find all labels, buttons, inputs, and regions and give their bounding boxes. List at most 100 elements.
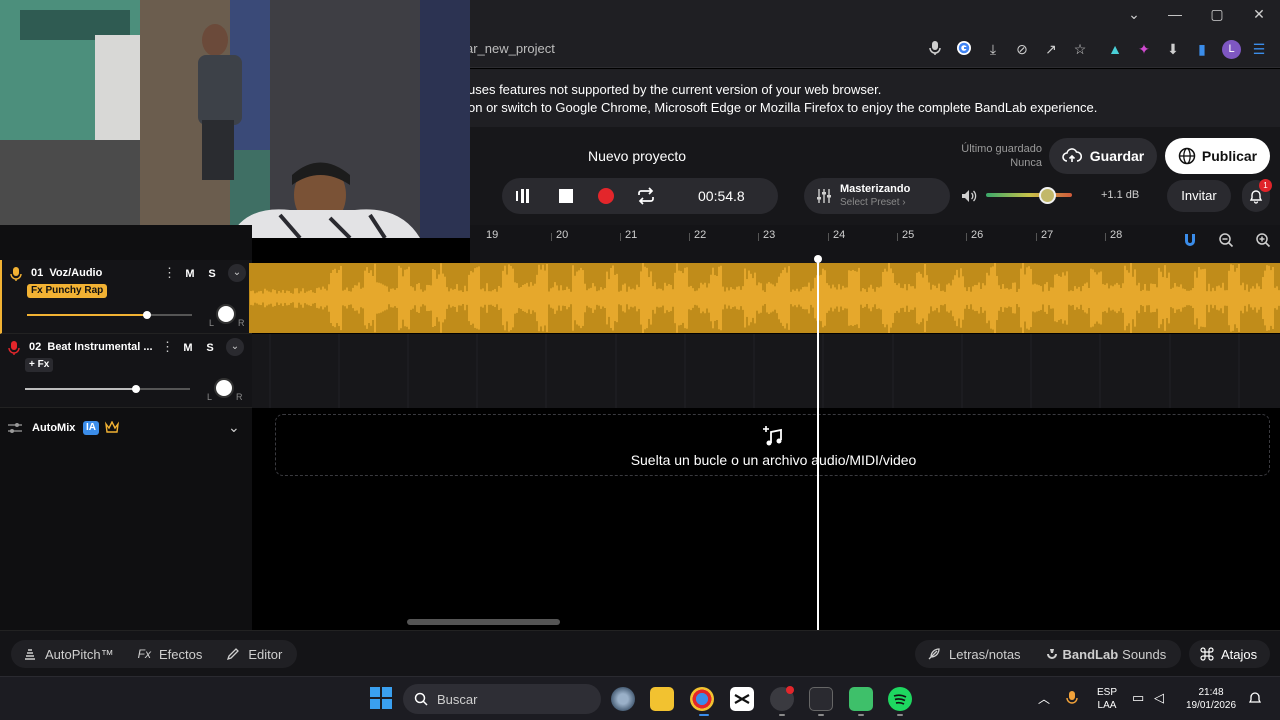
speaker-icon[interactable]: ◁ — [1154, 690, 1164, 706]
shortcuts-button[interactable]: Atajos — [1189, 640, 1270, 668]
add-fx-button[interactable]: + Fx — [25, 358, 54, 372]
chevron-down-icon[interactable]: ⌄ — [228, 264, 246, 282]
banner-line-1: uses features not supported by the curre… — [468, 82, 882, 97]
stop-icon[interactable] — [555, 186, 577, 206]
running-app-indicator — [818, 714, 824, 716]
skip-to-start-icon[interactable] — [512, 186, 534, 206]
android-icon[interactable] — [849, 687, 873, 711]
horizontal-scrollbar[interactable] — [407, 619, 560, 625]
feather-icon — [928, 648, 940, 660]
capcut-icon[interactable] — [730, 687, 754, 711]
magnet-snap-icon[interactable] — [1178, 232, 1202, 254]
tab-search-chevron-icon[interactable]: ⌄ — [1123, 4, 1145, 24]
solo-button[interactable]: S — [202, 266, 222, 282]
mic-icon[interactable] — [926, 40, 944, 58]
tick-mark — [620, 233, 621, 241]
editor-button[interactable]: Editor — [226, 647, 282, 662]
track-name[interactable]: 01 Voz/Audio — [31, 267, 102, 279]
minimize-icon[interactable]: — — [1164, 4, 1186, 24]
bookmark-icon[interactable]: ☆ — [1071, 40, 1089, 58]
share-icon[interactable]: ↗ — [1042, 40, 1060, 58]
eye-off-icon[interactable]: ⊘ — [1013, 40, 1031, 58]
timeline-ruler[interactable]: 19 20 21 22 23 24 25 26 27 28 — [470, 225, 1280, 263]
google-icon[interactable] — [955, 40, 973, 58]
spotify-icon[interactable] — [888, 687, 912, 711]
autopitch-button[interactable]: AutoPitch™ — [23, 647, 114, 662]
tick-mark — [966, 233, 967, 241]
pan-knob[interactable] — [214, 378, 234, 398]
invite-button[interactable]: Invitar — [1167, 180, 1231, 212]
windows-start-icon[interactable] — [370, 687, 392, 714]
fader-handle[interactable] — [143, 311, 152, 319]
track-header-1[interactable]: 01 Voz/Audio ⋮ M S ⌄ Fx Punchy Rap L R — [0, 260, 252, 334]
system-clock[interactable]: 21:48 19/01/2026 — [1180, 686, 1242, 712]
bandlab-sounds-button[interactable]: BandLab Sounds — [1045, 647, 1166, 662]
playhead-handle[interactable] — [814, 255, 822, 263]
record-icon[interactable] — [595, 186, 617, 206]
save-button[interactable]: Guardar — [1049, 138, 1157, 174]
zoom-in-icon[interactable] — [1251, 232, 1275, 254]
effects-button[interactable]: Fx Efectos — [138, 647, 203, 662]
mastering-selector[interactable]: Masterizando Select Preset › — [804, 178, 950, 214]
loop-icon[interactable] — [635, 186, 657, 206]
pan-left-label: L — [209, 318, 215, 328]
project-title[interactable]: Nuevo proyecto — [588, 148, 686, 164]
tick-mark — [689, 233, 690, 241]
terminal-icon[interactable] — [809, 687, 833, 711]
sidebar-icon[interactable]: ▮ — [1193, 40, 1211, 58]
fader-fill — [25, 388, 136, 390]
bottom-tools-group: AutoPitch™ Fx Efectos Editor — [11, 640, 297, 668]
bar-number: 19 — [486, 229, 499, 241]
profile-avatar[interactable]: L — [1222, 40, 1241, 59]
mute-button[interactable]: M — [180, 266, 200, 282]
taskbar-search[interactable]: Buscar — [403, 684, 601, 714]
windows-taskbar — [0, 676, 1280, 720]
master-volume-slider[interactable] — [986, 193, 1072, 197]
mastering-preset: Select Preset › — [840, 197, 906, 208]
chrome-icon[interactable] — [690, 687, 714, 711]
zoom-out-icon[interactable] — [1214, 232, 1238, 254]
automix-row[interactable]: AutoMix IA ⌄ — [0, 413, 252, 443]
file-explorer-icon[interactable] — [650, 687, 674, 711]
url-text[interactable]: ar_new_project — [466, 41, 555, 56]
playhead[interactable] — [817, 258, 819, 630]
audio-region-voz[interactable] — [249, 263, 1280, 333]
search-icon — [414, 692, 428, 706]
fader-handle[interactable] — [131, 385, 140, 393]
install-icon[interactable]: ⤓ — [984, 40, 1002, 58]
chevron-down-icon[interactable]: ⌄ — [226, 338, 244, 356]
track-volume-fader[interactable] — [25, 385, 190, 393]
tray-chevron-up-icon[interactable]: ︿ — [1038, 690, 1050, 707]
track-lane-beat[interactable] — [252, 334, 1280, 408]
publish-button[interactable]: Publicar — [1165, 138, 1270, 174]
pan-knob[interactable] — [216, 304, 236, 324]
active-app-indicator — [699, 714, 709, 716]
solo-button[interactable]: S — [200, 340, 220, 356]
lyrics-button[interactable]: Letras/notas — [927, 647, 1021, 662]
track-header-2[interactable]: 02 Beat Instrumental ... ⋮ M S ⌄ + Fx L … — [0, 334, 252, 408]
drop-zone[interactable]: Suelta un bucle o un archivo audio/MIDI/… — [275, 414, 1270, 476]
mute-button[interactable]: M — [178, 340, 198, 356]
maximize-icon[interactable]: ▢ — [1206, 4, 1228, 24]
drop-zone-text: Suelta un bucle o un archivo audio/MIDI/… — [630, 452, 917, 468]
puzzle-icon[interactable]: ✦ — [1135, 40, 1153, 58]
fx-preset-badge[interactable]: Fx Punchy Rap — [27, 284, 108, 298]
track-options-icon[interactable]: ⋮ — [163, 265, 176, 281]
download-icon[interactable]: ⬇ — [1164, 40, 1182, 58]
settings-gear-icon[interactable] — [611, 687, 635, 711]
track-name[interactable]: 02 Beat Instrumental ... — [29, 341, 153, 353]
tick-mark — [758, 233, 759, 241]
track-volume-fader[interactable] — [27, 311, 192, 319]
input-language[interactable]: ESP LAA — [1093, 686, 1121, 712]
automix-label: AutoMix — [32, 422, 76, 434]
beaker-icon[interactable]: ▲ — [1106, 40, 1124, 58]
menu-icon[interactable]: ☰ — [1250, 40, 1268, 58]
master-volume-icon[interactable] — [960, 187, 978, 205]
network-icon[interactable]: ▭ — [1132, 690, 1144, 706]
chevron-down-icon[interactable]: ⌄ — [228, 419, 240, 436]
track-options-icon[interactable]: ⋮ — [161, 339, 174, 355]
close-icon[interactable]: ✕ — [1248, 4, 1270, 24]
master-volume-handle[interactable] — [1039, 187, 1056, 204]
notification-bell-icon[interactable] — [1248, 690, 1262, 709]
tray-microphone-icon[interactable] — [1066, 690, 1078, 711]
